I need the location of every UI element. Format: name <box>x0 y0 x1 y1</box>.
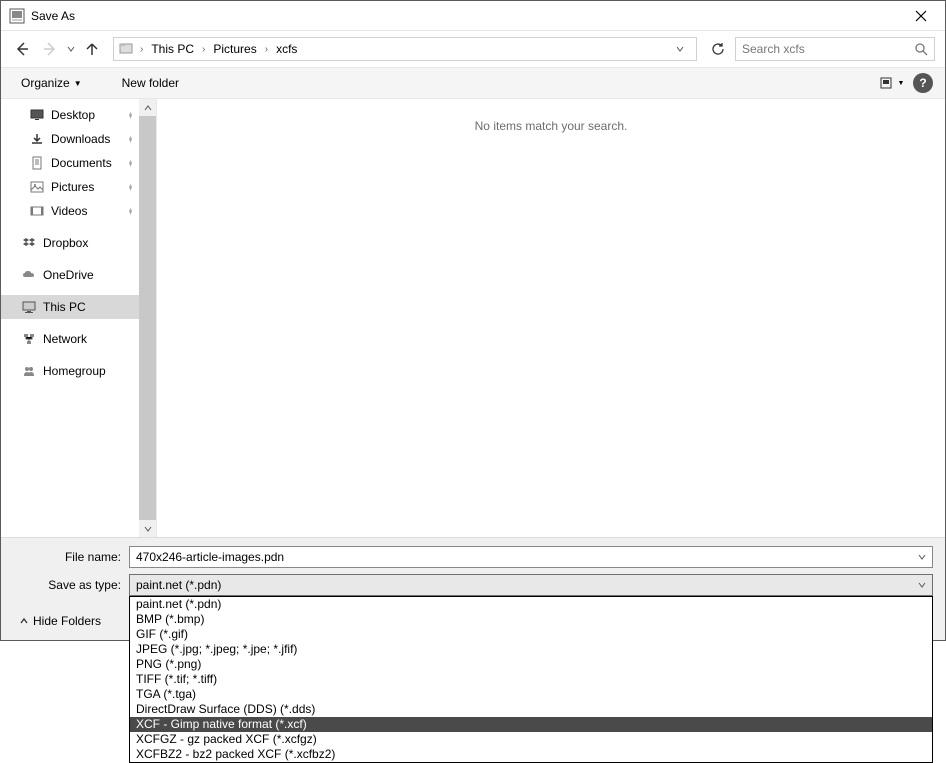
window-title: Save As <box>31 9 75 23</box>
hide-folders-button[interactable]: Hide Folders <box>13 612 107 630</box>
pin-icon <box>126 135 135 144</box>
breadcrumb-item[interactable]: This PC <box>145 40 200 58</box>
hide-folders-label: Hide Folders <box>33 614 101 628</box>
breadcrumb-item[interactable]: Pictures <box>207 40 262 58</box>
search-placeholder: Search xcfs <box>742 42 915 56</box>
dropbox-icon <box>21 235 37 251</box>
refresh-button[interactable] <box>707 38 729 60</box>
chevron-up-icon <box>19 616 29 626</box>
thispc-icon <box>21 299 37 315</box>
dropdown-option[interactable]: XCFGZ - gz packed XCF (*.xcfgz) <box>130 732 932 747</box>
filename-label: File name: <box>13 550 129 564</box>
history-dropdown[interactable] <box>67 45 75 53</box>
navigation-tree: Desktop Downloads Documents Pictures <box>1 99 156 537</box>
sidebar-item-label: Pictures <box>51 180 94 194</box>
sidebar-item-desktop[interactable]: Desktop <box>1 103 139 127</box>
file-list-pane[interactable]: No items match your search. <box>156 99 945 537</box>
sidebar-item-label: Documents <box>51 156 112 170</box>
dropdown-option[interactable]: GIF (*.gif) <box>130 627 932 642</box>
sidebar-item-label: Videos <box>51 204 87 218</box>
empty-state-message: No items match your search. <box>475 119 628 133</box>
videos-icon <box>29 203 45 219</box>
filename-input[interactable]: 470x246-article-images.pdn <box>129 546 933 568</box>
sidebar-item-label: This PC <box>43 300 86 314</box>
bottom-panel: File name: 470x246-article-images.pdn Sa… <box>1 537 945 640</box>
sidebar-item-dropbox[interactable]: Dropbox <box>1 231 139 255</box>
view-options-button[interactable]: ▼ <box>877 73 907 93</box>
scroll-down-arrow[interactable] <box>139 520 156 537</box>
dropdown-option[interactable]: TGA (*.tga) <box>130 687 932 702</box>
saveastype-label: Save as type: <box>13 578 129 592</box>
breadcrumb-item[interactable]: xcfs <box>270 40 303 58</box>
sidebar-item-label: Dropbox <box>43 236 88 250</box>
app-icon <box>9 8 25 24</box>
breadcrumb-sep[interactable]: › <box>202 44 205 55</box>
dropdown-option[interactable]: BMP (*.bmp) <box>130 612 932 627</box>
dropdown-option[interactable]: PNG (*.png) <box>130 657 932 672</box>
dropdown-option[interactable]: TIFF (*.tif; *.tiff) <box>130 672 932 687</box>
help-button[interactable]: ? <box>913 73 933 93</box>
sidebar-item-network[interactable]: Network <box>1 327 139 351</box>
sidebar-item-videos[interactable]: Videos <box>1 199 139 223</box>
sidebar-scrollbar[interactable] <box>139 99 156 537</box>
dropdown-option[interactable]: JPEG (*.jpg; *.jpeg; *.jpe; *.jfif) <box>130 642 932 657</box>
sidebar-item-onedrive[interactable]: OneDrive <box>1 263 139 287</box>
sidebar-item-homegroup[interactable]: Homegroup <box>1 359 139 383</box>
sidebar-item-thispc[interactable]: This PC <box>1 295 139 319</box>
saveastype-options-list: paint.net (*.pdn) BMP (*.bmp) GIF (*.gif… <box>129 596 933 763</box>
chevron-down-icon[interactable] <box>918 581 926 589</box>
homegroup-icon <box>21 363 37 379</box>
sidebar-item-pictures[interactable]: Pictures <box>1 175 139 199</box>
addressbar[interactable]: › This PC › Pictures › xcfs <box>113 37 697 61</box>
onedrive-icon <box>21 267 37 283</box>
sidebar-item-label: OneDrive <box>43 268 94 282</box>
forward-button[interactable] <box>39 38 61 60</box>
search-icon <box>915 43 928 56</box>
pin-icon <box>126 111 135 120</box>
organize-label: Organize <box>21 76 70 90</box>
pin-icon <box>126 207 135 216</box>
sidebar-item-downloads[interactable]: Downloads <box>1 127 139 151</box>
save-as-dialog: Save As › This PC › Pictures › xcfs <box>0 0 946 641</box>
chevron-down-icon[interactable] <box>918 553 926 561</box>
address-history-dropdown[interactable] <box>676 45 694 53</box>
breadcrumb-sep[interactable]: › <box>140 44 143 55</box>
network-icon <box>21 331 37 347</box>
pictures-icon <box>29 179 45 195</box>
dropdown-option[interactable]: XCFBZ2 - bz2 packed XCF (*.xcfbz2) <box>130 747 932 762</box>
titlebar: Save As <box>1 1 945 31</box>
sidebar-item-label: Desktop <box>51 108 95 122</box>
new-folder-label: New folder <box>122 76 179 90</box>
dropdown-option[interactable]: XCF - Gimp native format (*.xcf) <box>130 717 932 732</box>
breadcrumb-sep[interactable]: › <box>265 44 268 55</box>
new-folder-button[interactable]: New folder <box>114 72 187 94</box>
documents-icon <box>29 155 45 171</box>
sidebar-item-label: Downloads <box>51 132 110 146</box>
downloads-icon <box>29 131 45 147</box>
sidebar-item-documents[interactable]: Documents <box>1 151 139 175</box>
close-button[interactable] <box>901 2 941 30</box>
up-button[interactable] <box>81 38 103 60</box>
organize-button[interactable]: Organize ▼ <box>13 72 90 94</box>
sidebar-item-label: Network <box>43 332 87 346</box>
pin-icon <box>126 159 135 168</box>
chevron-down-icon: ▼ <box>74 79 82 88</box>
scroll-up-arrow[interactable] <box>139 99 156 116</box>
desktop-icon <box>29 107 45 123</box>
search-input[interactable]: Search xcfs <box>735 37 935 61</box>
navbar: › This PC › Pictures › xcfs Search xcfs <box>1 31 945 67</box>
pin-icon <box>126 183 135 192</box>
location-icon <box>118 40 136 58</box>
back-button[interactable] <box>11 38 33 60</box>
saveastype-value: paint.net (*.pdn) <box>136 578 918 592</box>
dropdown-option[interactable]: paint.net (*.pdn) <box>130 597 932 612</box>
dropdown-option[interactable]: DirectDraw Surface (DDS) (*.dds) <box>130 702 932 717</box>
saveastype-dropdown[interactable]: paint.net (*.pdn) <box>129 574 933 596</box>
main-pane: Desktop Downloads Documents Pictures <box>1 99 945 537</box>
commandbar: Organize ▼ New folder ▼ ? <box>1 67 945 99</box>
chevron-down-icon: ▼ <box>898 80 905 87</box>
sidebar-item-label: Homegroup <box>43 364 106 378</box>
filename-value: 470x246-article-images.pdn <box>136 550 918 564</box>
scroll-thumb[interactable] <box>139 116 156 520</box>
